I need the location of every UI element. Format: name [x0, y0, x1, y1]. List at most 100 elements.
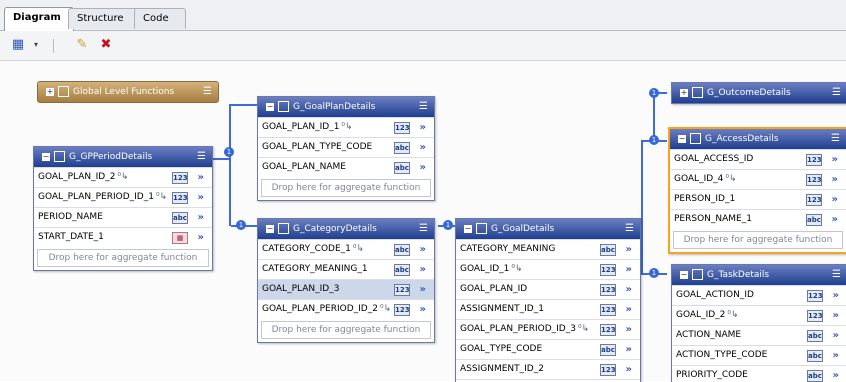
tab-structure[interactable]: Structure: [68, 8, 142, 29]
link-arrow-icon[interactable]: »: [198, 168, 204, 187]
column-row[interactable]: ACTION_TYPE_CODE abc »: [672, 345, 846, 365]
delete-x-icon[interactable]: ✖: [96, 36, 116, 54]
collapse-icon[interactable]: −: [266, 102, 274, 111]
collapse-icon[interactable]: −: [266, 224, 274, 233]
goalplan-details-box[interactable]: − G_GoalPlanDetails ☰ GOAL_PLAN_ID_1 ⁰↳ 123 »…: [257, 96, 435, 201]
aggregate-drop-zone[interactable]: Drop here for aggregate function: [261, 321, 431, 339]
expand-icon[interactable]: +: [46, 87, 54, 96]
box-menu-icon[interactable]: ☰: [831, 129, 840, 149]
box-header[interactable]: − G_GoalPlanDetails ☰: [258, 97, 434, 117]
category-details-box[interactable]: − G_CategoryDetails ☰ CATEGORY_CODE_1 ⁰↳ abc…: [257, 218, 435, 343]
box-header[interactable]: − G_AccessDetails ☰: [670, 129, 846, 149]
join-connector-icon[interactable]: 1: [443, 220, 453, 230]
column-row[interactable]: GOAL_PLAN_PERIOD_ID_1 ⁰↳ 123 »: [34, 187, 212, 207]
link-arrow-icon[interactable]: »: [833, 306, 839, 325]
link-arrow-icon[interactable]: »: [420, 300, 426, 319]
add-table-icon[interactable]: ▦: [8, 36, 28, 54]
goal-details-box[interactable]: − G_GoalDetails ☰ CATEGORY_MEANING abc» GOAL…: [455, 218, 641, 382]
link-arrow-icon[interactable]: »: [833, 326, 839, 345]
box-menu-icon[interactable]: ☰: [419, 97, 428, 117]
collapse-icon[interactable]: −: [42, 152, 50, 161]
link-arrow-icon[interactable]: »: [833, 346, 839, 365]
panel-menu-icon[interactable]: ☰: [203, 82, 212, 102]
link-arrow-icon[interactable]: »: [626, 300, 632, 319]
join-connector-icon[interactable]: 1: [236, 220, 246, 230]
box-header[interactable]: + G_OutcomeDetails ☰: [672, 83, 846, 103]
link-arrow-icon[interactable]: »: [626, 360, 632, 379]
link-arrow-icon[interactable]: »: [832, 210, 838, 229]
tab-diagram[interactable]: Diagram: [4, 7, 74, 31]
column-row[interactable]: PERSON_NAME_1 abc »: [670, 209, 846, 229]
column-row[interactable]: START_DATE_1 ▦ »: [34, 227, 212, 247]
box-header[interactable]: − G_CategoryDetails ☰: [258, 219, 434, 239]
column-row[interactable]: GOAL_PLAN_ID_2 ⁰↳ 123 »: [34, 167, 212, 187]
access-details-box[interactable]: − G_AccessDetails ☰ GOAL_ACCESS_ID 123» GOAL…: [668, 127, 846, 254]
link-arrow-icon[interactable]: »: [832, 170, 838, 189]
join-connector-icon[interactable]: 1: [224, 147, 234, 157]
column-row[interactable]: ACTION_NAME abc »: [672, 325, 846, 345]
column-row[interactable]: ASSIGNMENT_ID_2 123 »: [456, 359, 640, 379]
aggregate-drop-zone[interactable]: Drop here for aggregate function: [673, 231, 843, 249]
join-connector-icon[interactable]: 1: [649, 88, 659, 98]
column-row[interactable]: GOAL_PLAN_ID_3 123 »: [258, 279, 434, 299]
link-arrow-icon[interactable]: »: [626, 340, 632, 359]
aggregate-drop-zone[interactable]: Drop here for aggregate function: [37, 249, 209, 267]
outcome-details-box[interactable]: + G_OutcomeDetails ☰: [671, 82, 846, 104]
link-arrow-icon[interactable]: »: [626, 320, 632, 339]
aggregate-drop-zone[interactable]: Drop here for aggregate function: [261, 179, 431, 197]
column-row[interactable]: CATEGORY_MEANING_1 abc »: [258, 259, 434, 279]
column-row[interactable]: GOAL_ID_2 ⁰↳ 123 »: [672, 305, 846, 325]
column-row[interactable]: CATEGORY_MEANING abc »: [456, 239, 640, 259]
tab-code[interactable]: Code: [134, 8, 186, 29]
box-header[interactable]: − G_TaskDetails ☰: [672, 265, 846, 285]
link-arrow-icon[interactable]: »: [420, 158, 426, 177]
link-arrow-icon[interactable]: »: [420, 260, 426, 279]
column-row[interactable]: GOAL_PLAN_PERIOD_ID_2 ⁰↳ 123 »: [258, 299, 434, 319]
box-menu-icon[interactable]: ☰: [832, 83, 841, 103]
column-row[interactable]: GOAL_ID_1 ⁰↳ 123 »: [456, 259, 640, 279]
expand-icon[interactable]: +: [680, 88, 688, 97]
join-connector-icon[interactable]: 1: [649, 268, 659, 278]
link-arrow-icon[interactable]: »: [626, 260, 632, 279]
link-arrow-icon[interactable]: »: [420, 280, 426, 299]
column-row[interactable]: GOAL_ACTION_ID 123 »: [672, 285, 846, 305]
column-row[interactable]: GOAL_PLAN_PERIOD_ID_3 ⁰↳ 123 »: [456, 319, 640, 339]
link-arrow-icon[interactable]: »: [198, 228, 204, 247]
column-row[interactable]: GOAL_ID_4 ⁰↳ 123 »: [670, 169, 846, 189]
column-row[interactable]: PERIOD_NAME abc »: [34, 207, 212, 227]
column-row[interactable]: PERSON_ID_1 123 »: [670, 189, 846, 209]
link-arrow-icon[interactable]: »: [832, 190, 838, 209]
edit-pencil-icon[interactable]: ✎: [72, 36, 92, 54]
dropdown-arrow-icon[interactable]: ▾: [26, 36, 46, 54]
column-row[interactable]: GOAL_PLAN_TYPE_CODE abc »: [258, 137, 434, 157]
link-arrow-icon[interactable]: »: [198, 208, 204, 227]
link-arrow-icon[interactable]: »: [833, 286, 839, 305]
box-header[interactable]: − G_GPPeriodDetails ☰: [34, 147, 212, 167]
column-row[interactable]: CATEGORY_CODE_1 ⁰↳ abc »: [258, 239, 434, 259]
gpperiod-details-box[interactable]: − G_GPPeriodDetails ☰ GOAL_PLAN_ID_2 ⁰↳ 123»…: [33, 146, 213, 271]
column-row[interactable]: GOAL_TYPE_CODE abc »: [456, 339, 640, 359]
column-row[interactable]: GOAL_ACCESS_ID 123 »: [670, 149, 846, 169]
link-arrow-icon[interactable]: »: [626, 240, 632, 259]
column-row[interactable]: ASSIGNMENT_ID_1 123 »: [456, 299, 640, 319]
box-menu-icon[interactable]: ☰: [419, 219, 428, 239]
link-arrow-icon[interactable]: »: [420, 118, 426, 137]
join-connector-icon[interactable]: 1: [649, 135, 659, 145]
column-row[interactable]: GOAL_PLAN_NAME abc »: [258, 157, 434, 177]
collapse-icon[interactable]: −: [680, 270, 688, 279]
link-arrow-icon[interactable]: »: [420, 138, 426, 157]
task-details-box[interactable]: − G_TaskDetails ☰ GOAL_ACTION_ID 123» GOAL_I…: [671, 264, 846, 382]
box-menu-icon[interactable]: ☰: [197, 147, 206, 167]
link-arrow-icon[interactable]: »: [833, 366, 839, 382]
column-row[interactable]: GOAL_PLAN_ID 123 »: [456, 279, 640, 299]
column-row[interactable]: PRIORITY_CODE abc »: [672, 365, 846, 382]
column-row[interactable]: GOAL_PLAN_ID_1 ⁰↳ 123 »: [258, 117, 434, 137]
box-menu-icon[interactable]: ☰: [832, 265, 841, 285]
link-arrow-icon[interactable]: »: [420, 240, 426, 259]
box-header[interactable]: − G_GoalDetails ☰: [456, 219, 640, 239]
link-arrow-icon[interactable]: »: [832, 150, 838, 169]
link-arrow-icon[interactable]: »: [198, 188, 204, 207]
box-menu-icon[interactable]: ☰: [625, 219, 634, 239]
collapse-icon[interactable]: −: [464, 224, 472, 233]
global-level-functions-panel[interactable]: + Global Level Functions ☰: [37, 81, 219, 103]
